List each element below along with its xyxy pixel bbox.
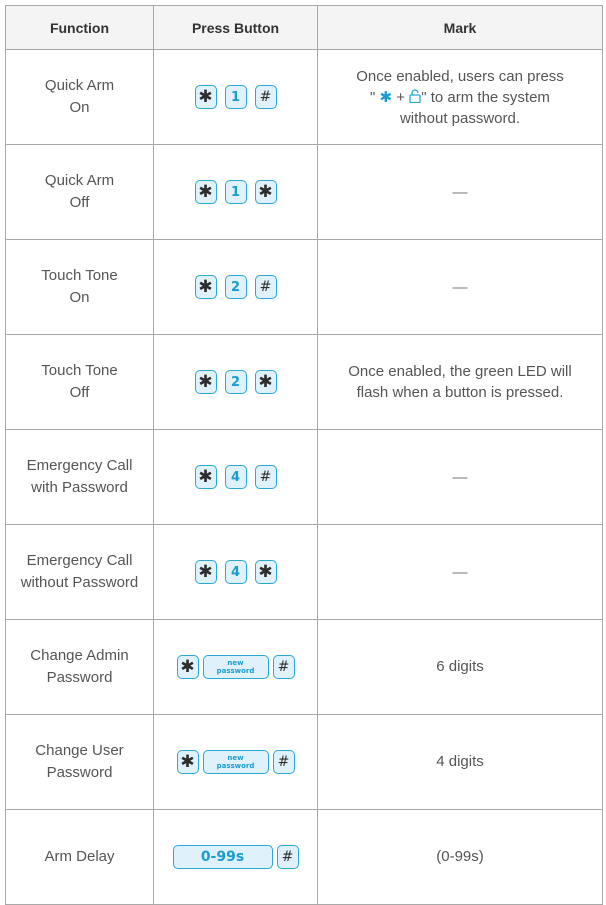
- star-key: ✱: [254, 180, 277, 204]
- star-key: ✱: [194, 465, 217, 489]
- mark-quote: ": [370, 88, 376, 106]
- function-cell: Arm Delay: [6, 810, 154, 904]
- press-button-cell: ✱ new password #: [154, 715, 318, 809]
- function-cell: Change User Password: [6, 715, 154, 809]
- function-line: Touch Tone: [41, 267, 118, 284]
- hash-key: #: [272, 655, 295, 679]
- mark-cell: Once enabled, users can press " ✱ + " to…: [318, 50, 602, 144]
- function-line: Off: [69, 384, 90, 401]
- keypad-function-table: Function Press Button Mark Quick Arm On ✱…: [5, 5, 603, 905]
- table-row: Quick Arm On ✱ 1 # Once enabled, users ca…: [6, 50, 602, 145]
- press-button-cell: ✱ 1 #: [154, 50, 318, 144]
- header-mark: Mark: [443, 19, 477, 36]
- star-key: ✱: [254, 370, 277, 394]
- new-password-key-line: new: [227, 754, 244, 762]
- mark-quote-close: " to arm the system: [421, 88, 550, 106]
- function-cell: Touch Tone On: [6, 240, 154, 334]
- header-press-button: Press Button: [154, 6, 318, 49]
- number-key: 2: [224, 275, 247, 299]
- press-button-cell: ✱ 4 #: [154, 430, 318, 524]
- function-line: Change Admin: [30, 647, 129, 664]
- mark-cell: (0-99s): [436, 848, 484, 865]
- press-button-cell: ✱ new password #: [154, 620, 318, 714]
- mark-cell: —: [452, 278, 468, 296]
- mark-line: flash when a button is pressed.: [356, 384, 564, 401]
- press-button-cell: ✱ 2 #: [154, 240, 318, 334]
- hash-key: #: [272, 750, 295, 774]
- new-password-key: new password: [202, 750, 269, 774]
- function-cell: Quick Arm On: [6, 50, 154, 144]
- function-line: without Password: [20, 574, 139, 591]
- function-line: On: [69, 99, 90, 116]
- table-row: Emergency Call with Password ✱ 4 # —: [6, 430, 602, 525]
- press-button-cell: 0-99s #: [154, 810, 318, 904]
- number-key: 4: [224, 465, 247, 489]
- function-line: with Password: [31, 479, 128, 496]
- table-row: Change User Password ✱ new password # 4 d…: [6, 715, 602, 810]
- header-function: Function: [6, 6, 154, 49]
- table-row: Change Admin Password ✱ new password # 6 …: [6, 620, 602, 715]
- mark-line: Once enabled, users can press: [356, 67, 564, 85]
- new-password-key-line: password: [216, 762, 255, 770]
- table-row: Touch Tone On ✱ 2 # —: [6, 240, 602, 335]
- star-key: ✱: [194, 370, 217, 394]
- function-line: Touch Tone: [41, 362, 118, 379]
- mark-cell: 4 digits: [436, 753, 484, 770]
- press-button-cell: ✱ 2 ✱: [154, 335, 318, 429]
- table-row: Arm Delay 0-99s # (0-99s): [6, 810, 602, 904]
- new-password-key-line: new: [227, 659, 244, 667]
- new-password-key-line: password: [216, 667, 255, 675]
- function-line: Emergency Call: [26, 457, 133, 474]
- function-line: Quick Arm: [44, 172, 115, 189]
- delay-key: 0-99s: [172, 845, 273, 869]
- star-key: ✱: [176, 655, 199, 679]
- star-icon: ✱: [379, 87, 393, 106]
- star-key: ✱: [194, 180, 217, 204]
- mark-line: Once enabled, the green LED will: [348, 363, 572, 380]
- function-line: Quick Arm: [44, 77, 115, 94]
- star-key: ✱: [194, 560, 217, 584]
- press-button-cell: ✱ 4 ✱: [154, 525, 318, 619]
- mark-cell: —: [452, 563, 468, 581]
- press-button-cell: ✱ 1 ✱: [154, 145, 318, 239]
- table-row: Quick Arm Off ✱ 1 ✱ —: [6, 145, 602, 240]
- function-cell: Touch Tone Off: [6, 335, 154, 429]
- number-key: 1: [224, 180, 247, 204]
- mark-cell: Once enabled, the green LED will flash wh…: [318, 335, 602, 429]
- table-row: Touch Tone Off ✱ 2 ✱ Once enabled, the gr…: [6, 335, 602, 430]
- table-header-row: Function Press Button Mark: [6, 6, 602, 50]
- mark-cell: —: [452, 183, 468, 201]
- function-line: Emergency Call: [26, 552, 133, 569]
- hash-key: #: [254, 275, 277, 299]
- mark-cell: 6 digits: [436, 658, 484, 675]
- star-key: ✱: [194, 275, 217, 299]
- mark-cell: —: [452, 468, 468, 486]
- hash-key: #: [254, 465, 277, 489]
- mark-line: without password.: [399, 109, 521, 127]
- function-line: Password: [46, 764, 113, 781]
- function-line: On: [69, 289, 90, 306]
- table-row: Emergency Call without Password ✱ 4 ✱ —: [6, 525, 602, 620]
- hash-key: #: [254, 85, 277, 109]
- function-line: Change User: [35, 742, 124, 759]
- mark-plus: +: [396, 88, 406, 106]
- number-key: 4: [224, 560, 247, 584]
- lock-icon: [409, 88, 421, 103]
- star-key: ✱: [176, 750, 199, 774]
- new-password-key: new password: [202, 655, 269, 679]
- hash-key: #: [276, 845, 299, 869]
- function-cell: Change Admin Password: [6, 620, 154, 714]
- function-cell: Quick Arm Off: [6, 145, 154, 239]
- star-key: ✱: [194, 85, 217, 109]
- function-line: Arm Delay: [44, 848, 115, 865]
- number-key: 1: [224, 85, 247, 109]
- function-line: Off: [69, 194, 90, 211]
- function-cell: Emergency Call with Password: [6, 430, 154, 524]
- number-key: 2: [224, 370, 247, 394]
- function-line: Password: [46, 669, 113, 686]
- function-cell: Emergency Call without Password: [6, 525, 154, 619]
- star-key: ✱: [254, 560, 277, 584]
